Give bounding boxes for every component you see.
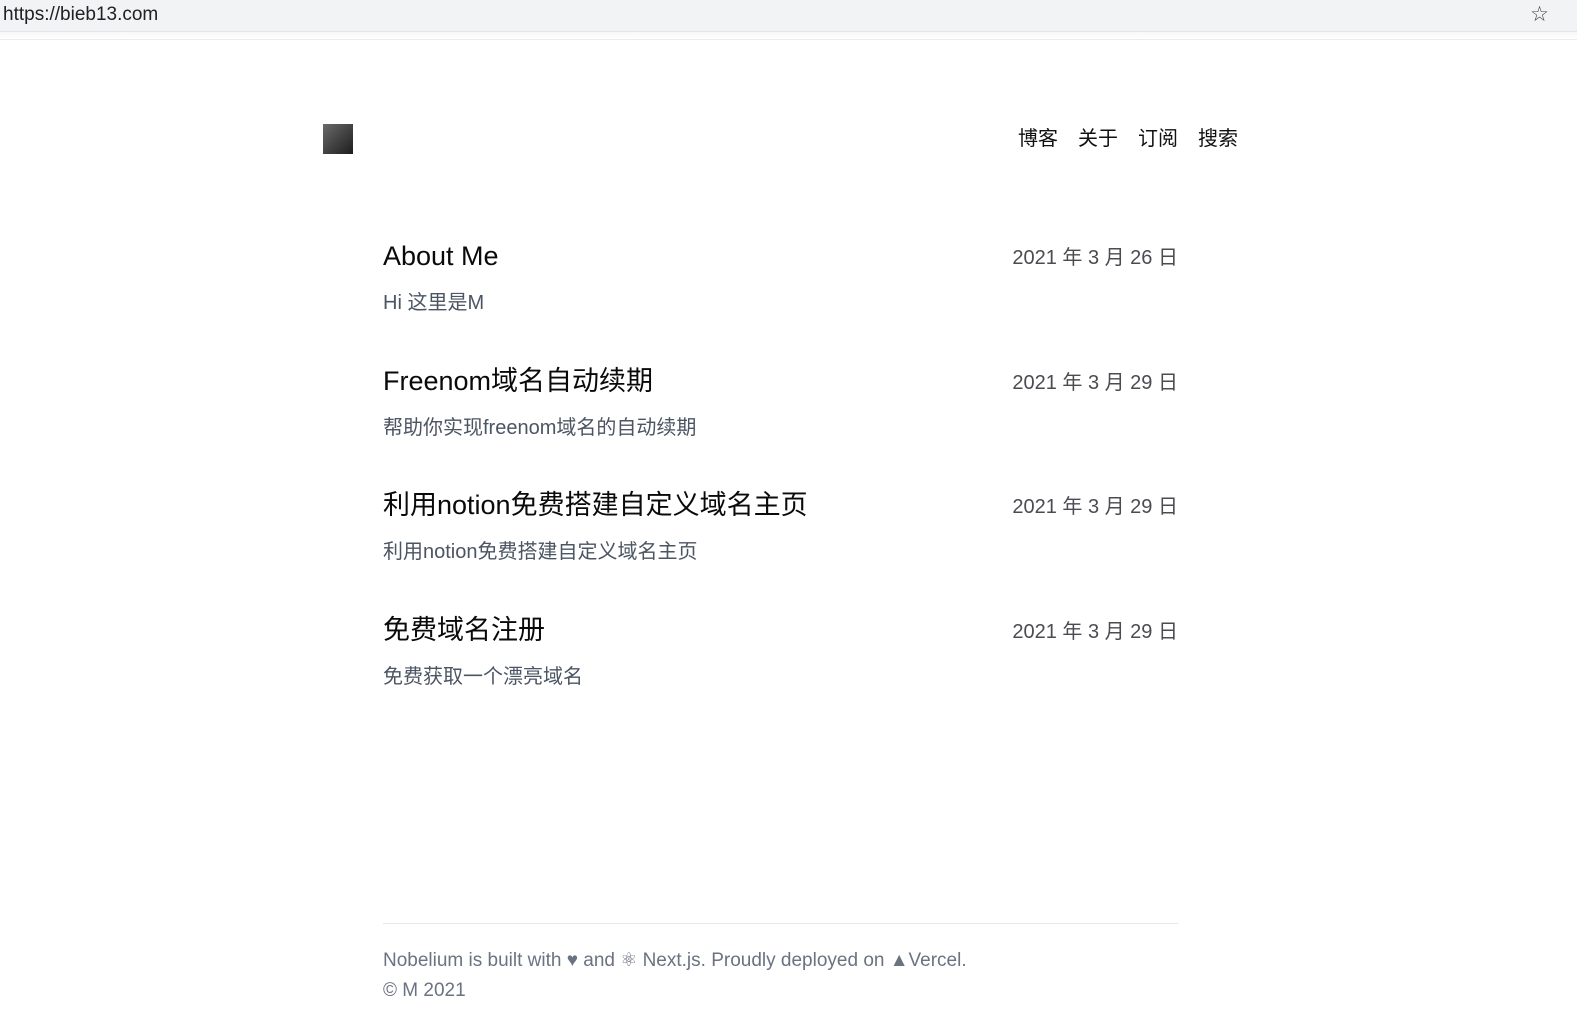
site-footer: Nobelium is built with ♥ and ⚛ Next.js. … bbox=[383, 923, 1178, 1006]
toolbar-divider bbox=[0, 32, 1577, 40]
nav-item-about[interactable]: 关于 bbox=[1078, 126, 1118, 152]
post-date: 2021 年 3 月 29 日 bbox=[1012, 496, 1178, 518]
footer-credit: Nobelium is built with ♥ and ⚛ Next.js. … bbox=[383, 950, 967, 971]
post-list: About Me 2021 年 3 月 26 日 Hi 这里是M Freenom… bbox=[383, 240, 1178, 738]
nav-item-search[interactable]: 搜索 bbox=[1198, 126, 1238, 152]
post-item[interactable]: Freenom域名自动续期 2021 年 3 月 29 日 帮助你实现freen… bbox=[383, 365, 1178, 490]
post-item[interactable]: About Me 2021 年 3 月 26 日 Hi 这里是M bbox=[383, 240, 1178, 365]
post-item[interactable]: 利用notion免费搭建自定义域名主页 2021 年 3 月 29 日 利用no… bbox=[383, 489, 1178, 614]
main-nav: 博客 关于 订阅 搜索 bbox=[1018, 126, 1238, 152]
post-title[interactable]: Freenom域名自动续期 bbox=[383, 365, 653, 397]
site-logo[interactable] bbox=[323, 124, 353, 154]
post-summary: 免费获取一个漂亮域名 bbox=[383, 665, 583, 688]
bookmark-star-icon[interactable]: ☆ bbox=[1530, 3, 1549, 27]
nav-item-blog[interactable]: 博客 bbox=[1018, 126, 1058, 152]
post-date: 2021 年 3 月 29 日 bbox=[1012, 620, 1178, 643]
post-title[interactable]: About Me bbox=[383, 240, 499, 272]
post-item[interactable]: 免费域名注册 2021 年 3 月 29 日 免费获取一个漂亮域名 bbox=[383, 614, 1178, 739]
post-summary: 利用notion免费搭建自定义域名主页 bbox=[383, 541, 698, 563]
post-title[interactable]: 利用notion免费搭建自定义域名主页 bbox=[383, 489, 808, 521]
address-bar[interactable]: https://bieb13.com ☆ bbox=[0, 0, 1577, 32]
post-summary: Hi 这里是M bbox=[383, 292, 485, 314]
post-summary: 帮助你实现freenom域名的自动续期 bbox=[383, 416, 697, 439]
footer-copyright: © M 2021 bbox=[383, 980, 466, 1001]
post-title[interactable]: 免费域名注册 bbox=[383, 614, 545, 646]
url-text[interactable]: https://bieb13.com bbox=[3, 4, 158, 26]
post-date: 2021 年 3 月 29 日 bbox=[1012, 371, 1178, 394]
post-date: 2021 年 3 月 26 日 bbox=[1012, 247, 1178, 269]
nav-item-subscribe[interactable]: 订阅 bbox=[1138, 126, 1178, 152]
